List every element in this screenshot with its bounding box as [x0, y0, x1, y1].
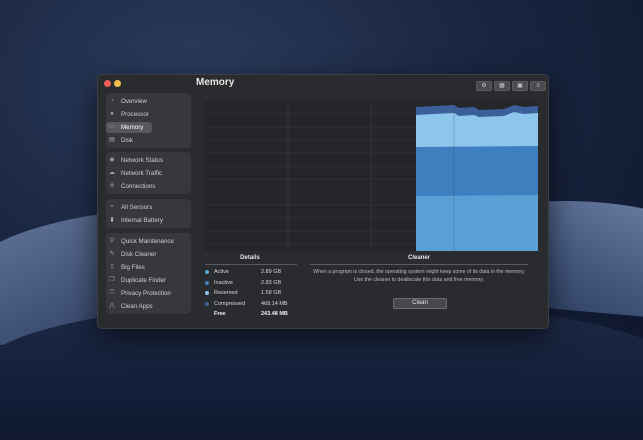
title-bar: Memory ⚙ ▦ ▣ ≡	[98, 75, 548, 93]
minimize-window-button[interactable]	[114, 80, 121, 87]
sidebar-item-memory[interactable]: ▭ Memory	[106, 122, 152, 133]
disk-icon: ▤	[109, 137, 115, 143]
clock-icon: ◔	[110, 98, 114, 104]
sidebar-item-overview[interactable]: ◔ Overview	[106, 96, 191, 107]
detail-row-free: Free 243.48 MB	[214, 311, 288, 317]
sidebar-item-duplicate-finder[interactable]: ❐ Duplicate Finder	[106, 275, 191, 286]
memory-area-series	[416, 105, 538, 251]
sensor-icon: ≈	[110, 204, 114, 210]
calendar-icon[interactable]: ▦	[494, 81, 510, 91]
network-status-icon: ◉	[109, 157, 115, 163]
connections-icon: ⋔	[109, 183, 115, 189]
series-area-inactive	[416, 195, 538, 251]
compressed-color-dot	[205, 302, 209, 306]
sidebar-item-clean-apps[interactable]: ⋀ Clean Apps	[106, 301, 191, 312]
memory-usage-chart	[204, 101, 538, 251]
maintenance-icon: ⚲	[109, 238, 115, 244]
memory-chart-svg	[204, 101, 538, 251]
sidebar-group-network: ◉ Network Status ☁ Network Traffic ⋔ Con…	[106, 152, 191, 194]
detail-row-inactive: Inactive 2.83 GB	[205, 279, 297, 289]
sidebar-group-maintenance: ⚲ Quick Maintenance ✎ Disk Cleaner ▯ Big…	[106, 233, 191, 314]
cpu-icon: ●	[110, 111, 114, 117]
sidebar-group-system: ◔ Overview ● Processor ▭ Memory ▤ Disk	[106, 93, 191, 148]
sidebar-item-disk[interactable]: ▤ Disk	[106, 135, 191, 146]
windows-icon[interactable]: ▣	[512, 81, 528, 91]
sidebar-item-connections[interactable]: ⋔ Connections	[106, 181, 191, 192]
sidebar-item-all-sensors[interactable]: ≈ All Sensors	[106, 202, 191, 213]
detail-row-compressed: Compressed 468.14 MB	[205, 300, 297, 310]
cloud-icon: ☁	[109, 170, 115, 176]
file-icon: ▯	[110, 264, 114, 270]
app-window: Memory ⚙ ▦ ▣ ≡ ◔ Overview ● Processor ▭ …	[97, 74, 549, 329]
active-color-dot	[205, 270, 209, 274]
close-window-button[interactable]	[104, 80, 111, 87]
broom-icon: ✎	[109, 251, 115, 257]
sidebar-item-quick-maintenance[interactable]: ⚲ Quick Maintenance	[106, 236, 191, 247]
sidebar-group-sensors: ≈ All Sensors ▮ Internal Battery	[106, 199, 191, 228]
list-icon[interactable]: ≡	[530, 81, 546, 91]
apps-icon: ⋀	[109, 303, 115, 309]
cleaner-divider	[310, 264, 528, 265]
sidebar-item-internal-battery[interactable]: ▮ Internal Battery	[106, 215, 191, 226]
duplicate-icon: ❐	[109, 277, 115, 283]
sidebar-item-privacy-protection[interactable]: ⛉ Privacy Protection	[106, 288, 191, 299]
window-title: Memory	[196, 77, 235, 88]
shield-icon: ⛉	[109, 290, 115, 296]
cleaner-description: When a program is closed, the operating …	[313, 269, 525, 283]
inactive-color-dot	[205, 281, 209, 285]
reserved-color-dot	[205, 291, 209, 295]
memory-icon: ▭	[109, 124, 115, 130]
gear-icon[interactable]: ⚙	[476, 81, 492, 91]
details-divider	[205, 264, 297, 265]
detail-row-reserved: Reserved 1.59 GB	[205, 289, 297, 299]
details-title: Details	[240, 255, 260, 261]
cleaner-title: Cleaner	[407, 255, 430, 261]
sidebar-item-big-files[interactable]: ▯ Big Files	[106, 262, 191, 273]
sidebar-item-network-traffic[interactable]: ☁ Network Traffic	[106, 168, 191, 179]
sidebar-item-processor[interactable]: ● Processor	[106, 109, 191, 120]
detail-row-active: Active 2.89 GB	[205, 268, 297, 278]
clean-button[interactable]: Clean	[393, 298, 447, 309]
sidebar-item-network-status[interactable]: ◉ Network Status	[106, 155, 191, 166]
sidebar-item-disk-cleaner[interactable]: ✎ Disk Cleaner	[106, 249, 191, 260]
battery-icon: ▮	[110, 217, 114, 223]
